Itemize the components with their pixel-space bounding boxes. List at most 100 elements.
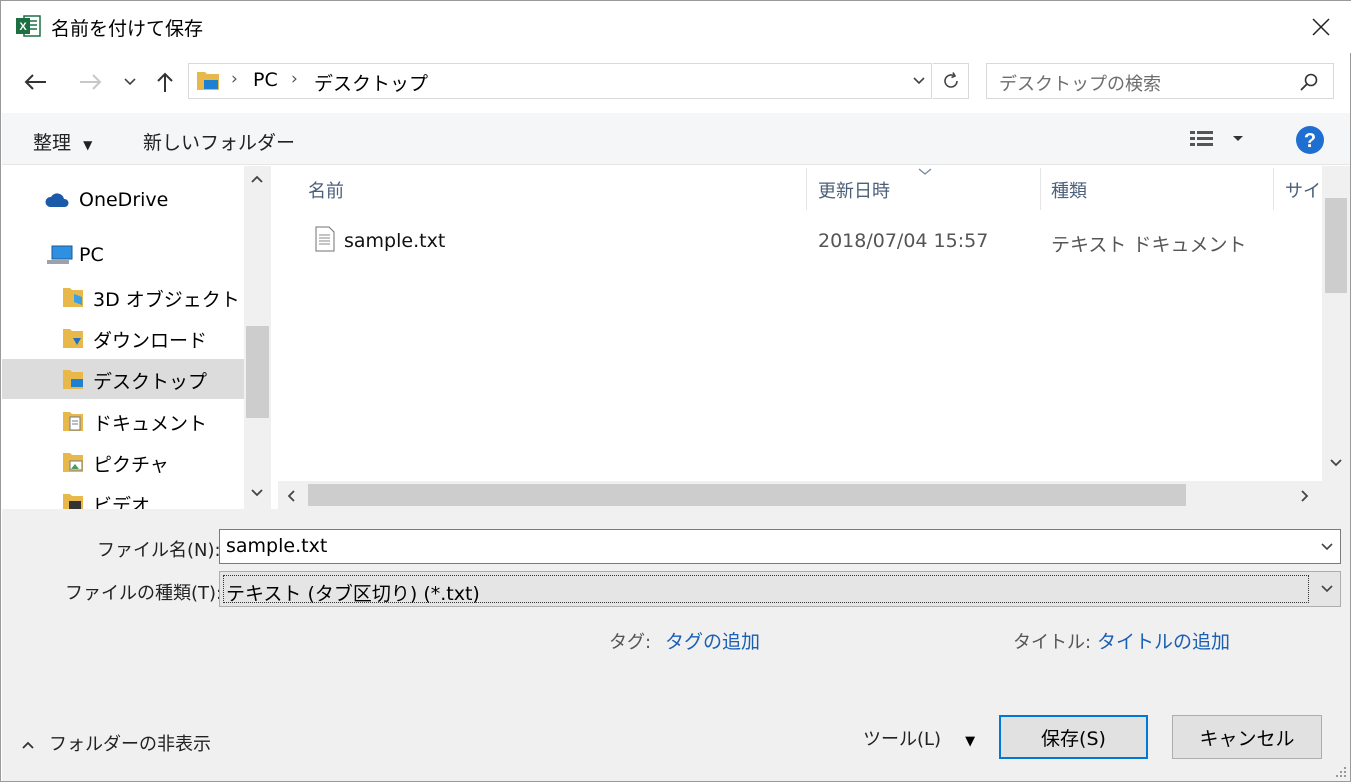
- refresh-icon: [943, 72, 958, 88]
- column-header-name[interactable]: 名前: [308, 177, 344, 203]
- search-placeholder: デスクトップの検索: [999, 74, 1161, 95]
- downloads-folder-icon: [63, 329, 83, 348]
- address-bar[interactable]: [188, 63, 932, 99]
- resize-grip-icon[interactable]: [1332, 763, 1348, 779]
- close-icon: [1312, 18, 1330, 36]
- scrollbar-thumb[interactable]: [246, 326, 269, 418]
- breadcrumb-desktop[interactable]: デスクトップ: [314, 69, 428, 96]
- breadcrumb-separator: ›: [291, 69, 298, 89]
- column-separator[interactable]: [1040, 168, 1041, 210]
- sidebar-item-label: ダウンロード: [93, 330, 208, 352]
- pictures-folder-icon: [63, 453, 83, 472]
- sidebar-item-downloads[interactable]: ダウンロード: [2, 318, 245, 358]
- excel-icon: X: [15, 13, 41, 39]
- back-arrow-icon: [24, 74, 46, 90]
- scroll-left-icon: [287, 490, 295, 502]
- svg-text:X: X: [19, 21, 27, 33]
- tools-label: ツール(L): [863, 729, 942, 750]
- sidebar-item-label: ピクチャ: [93, 454, 169, 476]
- save-as-dialog: X 名前を付けて保存 › PC › デスクトップ デスクトップの検索 整理 ▼ …: [0, 0, 1351, 782]
- file-name: sample.txt: [344, 230, 446, 252]
- sidebar-item-label: 3D オブジェクト: [93, 289, 240, 311]
- column-separator[interactable]: [806, 168, 807, 210]
- navigation-pane-scrollbar[interactable]: [244, 166, 271, 509]
- filetype-label: ファイルの種類(T):: [65, 583, 223, 604]
- hide-folders-button[interactable]: フォルダーの非表示: [21, 730, 211, 756]
- file-list: [272, 166, 1322, 481]
- scrollbar-thumb[interactable]: [308, 484, 1186, 506]
- search-box[interactable]: デスクトップの検索: [986, 63, 1334, 99]
- desktop-folder-icon: [196, 69, 220, 96]
- sidebar-item-videos[interactable]: ビデオ: [2, 483, 245, 509]
- sidebar-item-desktop[interactable]: デスクトップ: [2, 359, 245, 399]
- file-list-horizontal-scrollbar[interactable]: [278, 481, 1322, 509]
- column-header-modified[interactable]: 更新日時: [818, 177, 890, 203]
- chevron-up-icon: [22, 741, 34, 749]
- column-header-type[interactable]: 種類: [1051, 177, 1087, 203]
- sidebar-item-pictures[interactable]: ピクチャ: [2, 442, 245, 482]
- sidebar-item-documents[interactable]: ドキュメント: [2, 401, 245, 441]
- scroll-down-icon: [251, 489, 263, 497]
- filename-input[interactable]: sample.txt: [219, 529, 1341, 564]
- tools-menu[interactable]: ツール(L) ▼: [863, 725, 975, 751]
- file-list-vertical-scrollbar[interactable]: [1322, 166, 1350, 481]
- sidebar-item-label: ビデオ: [93, 495, 151, 509]
- filetype-value: テキスト (タブ区切り) (*.txt): [226, 583, 480, 605]
- filename-label: ファイル名(N):: [97, 540, 221, 561]
- forward-arrow-icon: [80, 74, 102, 90]
- up-button[interactable]: [150, 65, 180, 99]
- add-title-link[interactable]: タイトルの追加: [1097, 627, 1230, 654]
- column-separator[interactable]: [1273, 168, 1274, 210]
- filename-history-dropdown[interactable]: [1314, 530, 1340, 563]
- file-modified: 2018/07/04 15:57: [818, 230, 989, 252]
- text-file-icon: [315, 226, 335, 252]
- chevron-down-icon: [1321, 542, 1333, 550]
- sort-indicator-icon: [918, 168, 932, 175]
- search-icon: [1299, 72, 1319, 97]
- add-tag-link[interactable]: タグの追加: [665, 627, 760, 654]
- scrollbar-corner: [1322, 481, 1350, 509]
- cancel-button[interactable]: キャンセル: [1172, 715, 1322, 759]
- recent-locations-button[interactable]: [115, 65, 145, 99]
- help-button[interactable]: ?: [1295, 125, 1325, 160]
- dialog-title: 名前を付けて保存: [51, 18, 204, 40]
- column-header-size[interactable]: サイズ: [1285, 177, 1321, 203]
- videos-folder-icon: [63, 494, 83, 509]
- sidebar-item-onedrive[interactable]: OneDrive: [2, 181, 245, 221]
- caret-down-icon: ▼: [965, 734, 976, 749]
- scrollbar-thumb[interactable]: [1325, 198, 1347, 293]
- breadcrumb-pc[interactable]: PC: [253, 69, 278, 91]
- 3d-objects-folder-icon: [63, 288, 83, 307]
- back-button[interactable]: [21, 65, 51, 99]
- sidebar-item-label: PC: [79, 244, 104, 266]
- svg-text:?: ?: [1304, 130, 1316, 152]
- new-folder-button[interactable]: 新しいフォルダー: [143, 128, 295, 155]
- scroll-right-icon: [1301, 490, 1309, 502]
- title-label: タイトル:: [1013, 632, 1092, 653]
- save-button[interactable]: 保存(S): [999, 715, 1148, 759]
- details-view-icon: [1190, 131, 1243, 146]
- sidebar-item-label: ドキュメント: [93, 413, 208, 435]
- navigation-pane: OneDrive PC 3D オブジェクト ダウンロード デスクトップ ドキュメ…: [2, 166, 245, 509]
- title-bar: [1, 1, 1351, 53]
- scroll-up-icon: [251, 175, 263, 183]
- sidebar-item-3d-objects[interactable]: 3D オブジェクト: [2, 277, 245, 317]
- pc-icon: [47, 245, 73, 264]
- caret-down-icon: ▼: [83, 138, 93, 152]
- refresh-button[interactable]: [933, 63, 969, 99]
- close-button[interactable]: [1299, 9, 1343, 45]
- filetype-dropdown[interactable]: [1314, 572, 1340, 606]
- filetype-focus-box: テキスト (タブ区切り) (*.txt): [223, 575, 1309, 605]
- sidebar-item-pc[interactable]: PC: [2, 236, 245, 276]
- organize-menu[interactable]: 整理 ▼: [33, 128, 92, 155]
- chevron-down-icon: [1321, 585, 1333, 593]
- sidebar-item-label: デスクトップ: [93, 371, 208, 393]
- documents-folder-icon: [63, 412, 83, 431]
- forward-button[interactable]: [75, 65, 105, 99]
- filetype-select[interactable]: テキスト (タブ区切り) (*.txt): [219, 571, 1341, 607]
- desktop-folder-icon: [63, 370, 83, 389]
- file-type: テキスト ドキュメント: [1051, 234, 1247, 256]
- address-history-dropdown[interactable]: [905, 63, 933, 99]
- sidebar-item-label: OneDrive: [79, 189, 169, 211]
- view-options-button[interactable]: [1189, 129, 1249, 154]
